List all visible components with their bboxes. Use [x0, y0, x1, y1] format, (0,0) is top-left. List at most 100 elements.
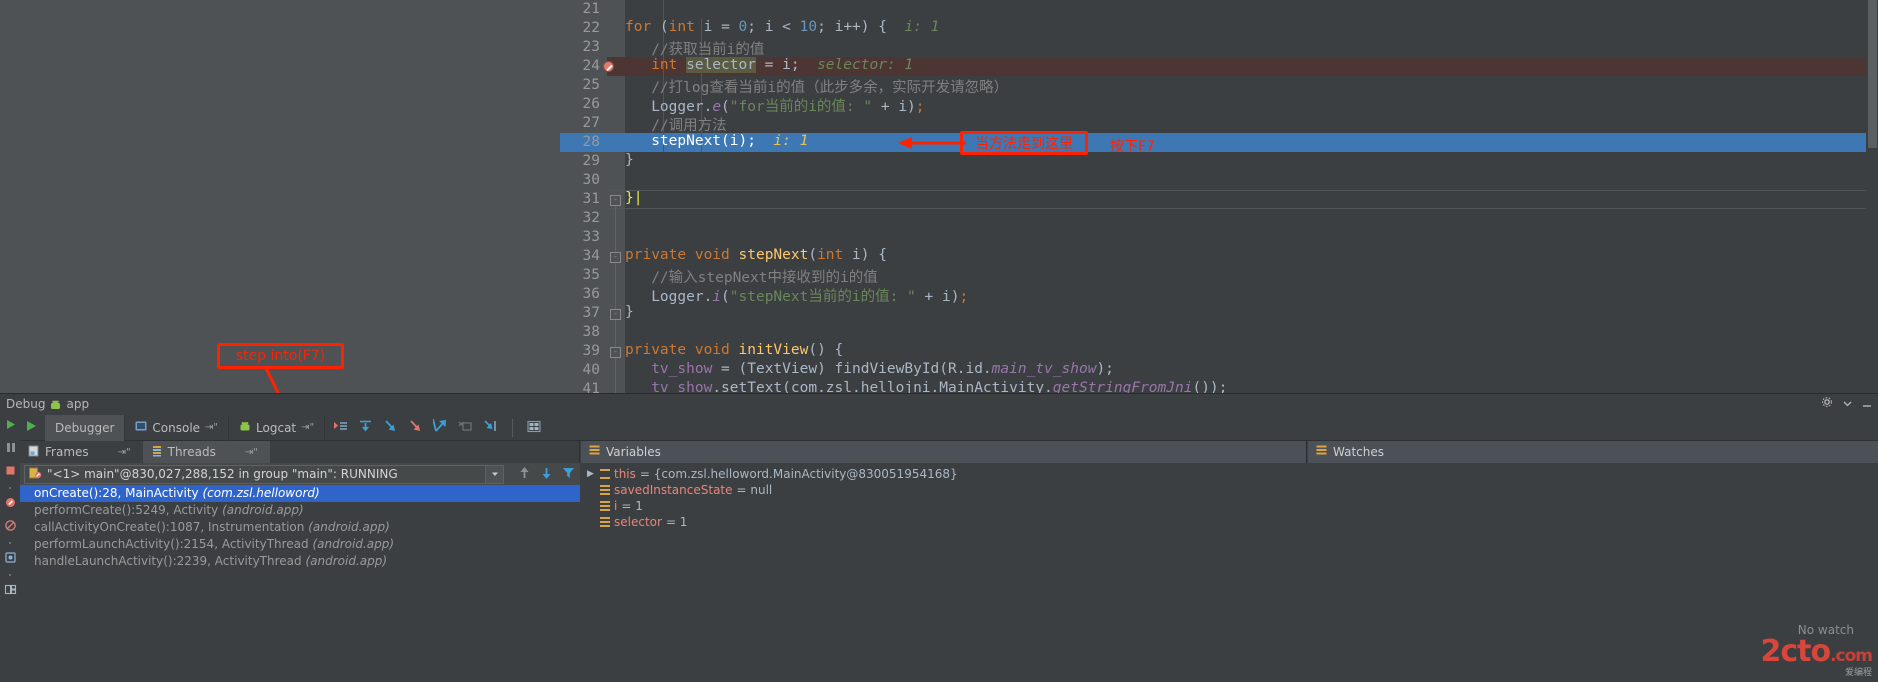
stop-icon[interactable] — [4, 464, 17, 480]
variable-row[interactable]: savedInstanceState = null — [581, 482, 1307, 498]
code-editor[interactable]: 21 22 23 24 25 26 27 28 29 30 31 32 33 3… — [560, 0, 1878, 393]
minimize-icon[interactable] — [1862, 397, 1872, 411]
code-line-28: stepNext(i); i: 1 — [625, 133, 808, 149]
line-number: 34 — [560, 247, 600, 266]
frame-text: performLaunchActivity():2154, ActivityTh… — [34, 537, 309, 551]
variable-row[interactable]: selector = 1 — [581, 514, 1307, 530]
code-line-26: Logger.e("for当前的i的值: " + i); — [625, 95, 925, 116]
run-to-cursor-icon[interactable] — [483, 419, 498, 436]
step-out-icon[interactable] — [433, 419, 448, 436]
fold-guide-line — [615, 358, 616, 393]
tab-threads[interactable]: Threads ⇥" — [143, 441, 270, 463]
breakpoint-icon[interactable] — [603, 61, 614, 72]
arrow-up-icon[interactable] — [518, 466, 531, 483]
variable-value: = 1 — [621, 498, 643, 514]
expand-triangle-icon[interactable]: ▶ — [587, 466, 596, 482]
tab-debugger[interactable]: Debugger — [45, 415, 125, 441]
line-number: 40 — [560, 361, 600, 380]
arrow-down-icon[interactable] — [540, 466, 553, 483]
variables-tree[interactable]: ▶ this = {com.zsl.helloword.MainActivity… — [581, 463, 1307, 682]
code-line-25: //打log查看当前i的值（此步多余，实际开发请忽略） — [625, 76, 1008, 97]
editor-scrollbar[interactable] — [1866, 0, 1878, 393]
code-line-29: } — [625, 152, 634, 168]
editor-scrollbar-thumb[interactable] — [1868, 0, 1877, 148]
chevron-down-icon[interactable] — [485, 466, 503, 483]
frame-text: handleLaunchActivity():2239, ActivityThr… — [34, 554, 302, 568]
call-stack-list[interactable]: onCreate():28, MainActivity (com.zsl.hel… — [20, 485, 580, 682]
code-line-27: //调用方法 — [625, 114, 727, 135]
line-number: 41 — [560, 380, 600, 393]
frame-row[interactable]: performLaunchActivity():2154, ActivityTh… — [20, 536, 580, 553]
fold-marker-icon[interactable]: - — [610, 252, 621, 263]
stepping-toolbar — [325, 419, 541, 437]
tab-label: Logcat — [256, 421, 296, 435]
frame-row[interactable]: handleLaunchActivity():2239, ActivityThr… — [20, 553, 580, 570]
watermark-suffix: .com — [1830, 646, 1872, 666]
fold-marker-icon[interactable]: - — [610, 195, 621, 206]
force-step-into-icon[interactable] — [408, 419, 423, 436]
mute-breakpoints-icon[interactable] — [4, 519, 17, 535]
filter-icon[interactable] — [562, 466, 575, 483]
pin-icon[interactable]: ⇥" — [205, 422, 218, 433]
watches-title: Watches — [1333, 445, 1384, 459]
step-into-icon[interactable] — [383, 419, 398, 436]
frames-panel: Frames ⇥" Threads ⇥" "<1> main"@830,027 — [20, 441, 580, 682]
variables-panel: Variables ▶ this = {com.zsl.helloword.Ma… — [581, 441, 1307, 682]
fold-marker-icon[interactable]: - — [610, 309, 621, 320]
code-line-23: //获取当前i的值 — [625, 38, 764, 59]
frame-row[interactable]: callActivityOnCreate():1087, Instrumenta… — [20, 519, 580, 536]
step-over-icon[interactable] — [358, 419, 373, 436]
fold-guide-line — [615, 206, 616, 252]
variable-row[interactable]: i = 1 — [581, 498, 1307, 514]
frames-tab-bar: Frames ⇥" Threads ⇥" — [20, 441, 579, 463]
frame-text: performCreate():5249, Activity — [34, 503, 218, 517]
thread-selector-combobox[interactable]: "<1> main"@830,027,288,152 in group "mai… — [24, 465, 504, 484]
variable-row[interactable]: ▶ this = {com.zsl.helloword.MainActivity… — [581, 466, 1307, 482]
android-icon — [50, 399, 61, 410]
variables-header: Variables — [581, 441, 1306, 463]
settings-icon[interactable] — [4, 551, 17, 567]
fold-marker-icon[interactable]: - — [610, 347, 621, 358]
frame-row[interactable]: performCreate():5249, Activity (android.… — [20, 502, 580, 519]
pin-icon[interactable]: ⇥" — [245, 447, 258, 458]
line-number: 24 — [560, 57, 600, 76]
layout-icon[interactable] — [4, 583, 17, 599]
tab-frames[interactable]: Frames ⇥" — [20, 441, 143, 463]
annotation-press-f7: 按下F7 — [1110, 136, 1155, 156]
evaluate-expression-icon[interactable] — [527, 420, 541, 436]
frame-row[interactable]: onCreate():28, MainActivity (com.zsl.hel… — [20, 485, 580, 502]
line-number: 37 — [560, 304, 600, 323]
chevron-down-icon[interactable] — [1843, 397, 1852, 411]
frame-package: (android.app) — [312, 537, 394, 551]
inline-hint: i: 1 — [773, 133, 808, 149]
code-line-41: tv_show.setText(com.zsl.hellojni.MainAct… — [625, 380, 1227, 393]
view-breakpoints-icon[interactable] — [4, 496, 17, 512]
code-line-37: } — [625, 304, 634, 320]
debugger-tab-bar: Debugger Console ⇥" Logcat ⇥" — [20, 415, 1878, 441]
debug-side-rail — [0, 414, 20, 682]
pin-icon[interactable]: ⇥" — [118, 447, 131, 458]
variable-value: = null — [737, 482, 773, 498]
pin-icon[interactable]: ⇥" — [301, 422, 314, 433]
variables-icon — [589, 445, 600, 459]
line-number: 30 — [560, 171, 600, 190]
gear-icon[interactable] — [1821, 396, 1833, 411]
debug-header-label: Debug — [6, 397, 45, 411]
threads-icon — [151, 445, 163, 460]
pause-icon[interactable] — [4, 441, 17, 457]
variables-icon — [600, 501, 610, 511]
annotation-arrow-left — [898, 133, 968, 153]
android-icon — [239, 420, 251, 435]
resume-program-icon[interactable] — [20, 419, 45, 436]
code-line-36: Logger.i("stepNext当前的i的值: " + i); — [625, 285, 968, 306]
frames-icon — [28, 445, 40, 460]
frame-text: callActivityOnCreate():1087, Instrumenta… — [34, 520, 304, 534]
watermark-sub: 爱编程 — [1760, 669, 1872, 678]
variable-name: this — [614, 466, 636, 482]
tab-logcat[interactable]: Logcat ⇥" — [229, 415, 325, 441]
annotation-label: step into(F7) — [236, 348, 325, 364]
variables-icon — [600, 517, 610, 527]
run-icon[interactable] — [4, 418, 17, 434]
show-execution-point-icon[interactable] — [333, 419, 348, 436]
tab-console[interactable]: Console ⇥" — [125, 415, 229, 441]
